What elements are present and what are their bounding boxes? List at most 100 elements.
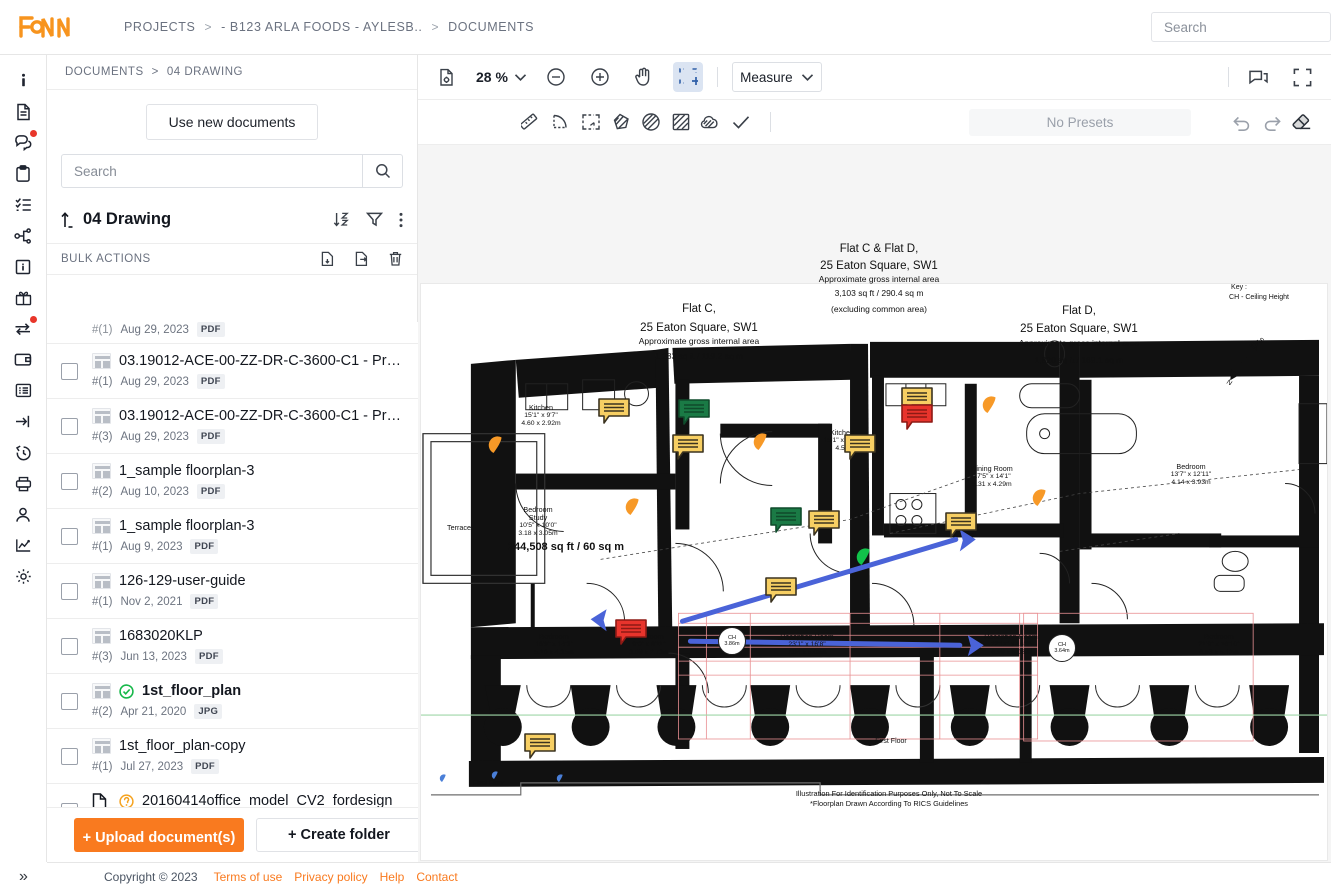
- list-item-name[interactable]: 1st_floor_plan-copy: [119, 738, 246, 754]
- wallet-icon[interactable]: [7, 344, 39, 375]
- comment-bubble-green[interactable]: [677, 398, 711, 425]
- map-pin-orange[interactable]: [622, 491, 639, 515]
- page-settings-icon[interactable]: [432, 62, 462, 92]
- check-icon[interactable]: [726, 107, 756, 137]
- folder-up-icon[interactable]: [61, 211, 74, 229]
- presets-dropdown[interactable]: No Presets: [969, 108, 1191, 136]
- map-pin-blue[interactable]: [555, 769, 563, 782]
- global-search-input[interactable]: [1152, 13, 1330, 41]
- sort-az-icon[interactable]: [333, 211, 350, 228]
- comment-bubble-yellow[interactable]: [944, 511, 978, 538]
- zoom-out-icon[interactable]: [541, 62, 571, 92]
- user-icon[interactable]: [7, 499, 39, 530]
- list-item-clipped[interactable]: #(1) Aug 29, 2023 PDF: [47, 322, 418, 344]
- list-item[interactable]: 03.19012-ACE-00-ZZ-DR-C-3600-C1 - Pr… #(1…: [47, 344, 418, 399]
- comment-bubble-yellow[interactable]: [843, 433, 877, 460]
- chat-icon[interactable]: [7, 127, 39, 158]
- filter-icon[interactable]: [366, 211, 383, 228]
- undo-icon[interactable]: [1227, 107, 1257, 137]
- rect-area-icon[interactable]: [666, 107, 696, 137]
- use-new-documents-button[interactable]: Use new documents: [145, 104, 319, 140]
- fullscreen-icon[interactable]: [1287, 62, 1317, 92]
- list-item-name[interactable]: 03.19012-ACE-00-ZZ-DR-C-3600-C1 - Pr…: [119, 408, 401, 424]
- list-item[interactable]: 1_sample floorplan-3 #(2) Aug 10, 2023 PDF: [47, 454, 418, 509]
- circle-area-icon[interactable]: [636, 107, 666, 137]
- measure-dropdown[interactable]: Measure: [731, 62, 822, 92]
- breadcrumb-projects[interactable]: PROJECTS: [124, 20, 195, 34]
- pan-hand-icon[interactable]: [629, 62, 659, 92]
- comments-icon[interactable]: [1243, 62, 1273, 92]
- gift-icon[interactable]: [7, 282, 39, 313]
- comment-bubble-red[interactable]: [614, 618, 648, 645]
- row-checkbox[interactable]: [61, 362, 78, 380]
- download-icon[interactable]: [320, 251, 335, 267]
- list-table-icon[interactable]: [7, 375, 39, 406]
- transfer-icon[interactable]: [7, 313, 39, 344]
- list-item[interactable]: 03.19012-ACE-00-ZZ-DR-C-3600-C1 - Pr… #(3…: [47, 399, 418, 454]
- sitemap-icon[interactable]: [7, 220, 39, 251]
- select-area-icon[interactable]: [672, 62, 703, 92]
- create-folder-button[interactable]: + Create folder: [256, 818, 422, 852]
- list-item[interactable]: 1st_floor_plan-copy #(1) Jul 27, 2023 PDF: [47, 729, 418, 784]
- comment-bubble-yellow[interactable]: [523, 732, 557, 759]
- row-checkbox[interactable]: [61, 692, 78, 710]
- comment-bubble-green[interactable]: [769, 506, 803, 533]
- history-icon[interactable]: [7, 437, 39, 468]
- comment-bubble-yellow[interactable]: [764, 576, 798, 603]
- comment-bubble-yellow[interactable]: [597, 397, 631, 424]
- sidebar-expand-button[interactable]: »: [0, 862, 47, 891]
- redo-icon[interactable]: [1257, 107, 1287, 137]
- zoom-in-icon[interactable]: [585, 62, 615, 92]
- polygon-area-icon[interactable]: [606, 107, 636, 137]
- document-icon[interactable]: [7, 96, 39, 127]
- search-icon[interactable]: [362, 155, 402, 187]
- comment-bubble-yellow[interactable]: [671, 433, 705, 460]
- documents-list[interactable]: #(1) Aug 29, 2023 PDF 03.19012-ACE-00-ZZ…: [47, 322, 418, 862]
- list-item-name[interactable]: 126-129-user-guide: [119, 573, 246, 589]
- row-checkbox[interactable]: [61, 527, 78, 545]
- list-item[interactable]: 1_sample floorplan-3 #(1) Aug 9, 2023 PDF: [47, 509, 418, 564]
- map-pin-blue[interactable]: [490, 766, 498, 779]
- list-item-name[interactable]: 1_sample floorplan-3: [119, 463, 254, 479]
- row-checkbox[interactable]: [61, 582, 78, 600]
- map-pin-orange[interactable]: [979, 389, 996, 413]
- documents-search[interactable]: [61, 154, 403, 188]
- zoom-level-dropdown[interactable]: 28 %: [476, 69, 527, 85]
- global-search[interactable]: [1151, 12, 1331, 42]
- breadcrumb-documents[interactable]: DOCUMENTS: [448, 20, 534, 34]
- gear-icon[interactable]: [7, 561, 39, 592]
- fonn-logo[interactable]: [18, 14, 76, 40]
- delete-icon[interactable]: [388, 251, 403, 267]
- comment-bubble-red[interactable]: [900, 403, 934, 430]
- checklist-icon[interactable]: [7, 189, 39, 220]
- map-pin-blue[interactable]: [438, 769, 446, 782]
- map-pin-orange[interactable]: [1029, 482, 1046, 506]
- login-arrow-icon[interactable]: [7, 406, 39, 437]
- breadcrumb-project[interactable]: - B123 ARLA FOODS - AYLESB..: [221, 20, 422, 34]
- list-item[interactable]: 1st_floor_plan #(2) Apr 21, 2020 JPG: [47, 674, 418, 729]
- list-item-name[interactable]: 03.19012-ACE-00-ZZ-DR-C-3600-C1 - Pr…: [119, 353, 401, 369]
- footer-link-terms[interactable]: Terms of use: [214, 870, 283, 884]
- row-checkbox[interactable]: [61, 472, 78, 490]
- print-icon[interactable]: [7, 468, 39, 499]
- export-icon[interactable]: [354, 251, 369, 267]
- arc-measure-icon[interactable]: [546, 107, 576, 137]
- footer-link-help[interactable]: Help: [380, 870, 405, 884]
- footer-link-contact[interactable]: Contact: [416, 870, 457, 884]
- clipboard-icon[interactable]: [7, 158, 39, 189]
- upload-documents-button[interactable]: + Upload document(s): [74, 818, 244, 852]
- area-select-icon[interactable]: [576, 107, 606, 137]
- list-item-name[interactable]: 1st_floor_plan: [142, 683, 241, 699]
- list-item-name[interactable]: 1683020KLP: [119, 628, 203, 644]
- footer-link-privacy[interactable]: Privacy policy: [294, 870, 367, 884]
- viewer-canvas[interactable]: Flat C & Flat D, 25 Eaton Square, SW1 Appr…: [418, 145, 1331, 862]
- map-pin-orange[interactable]: [485, 429, 502, 453]
- eraser-icon[interactable]: [1287, 107, 1317, 137]
- info-box-icon[interactable]: [7, 251, 39, 282]
- comment-bubble-yellow[interactable]: [807, 509, 841, 536]
- list-item[interactable]: 126-129-user-guide #(1) Nov 2, 2021 PDF: [47, 564, 418, 619]
- list-item-name[interactable]: 1_sample floorplan-3: [119, 518, 254, 534]
- row-checkbox[interactable]: [61, 637, 78, 655]
- map-pin-green[interactable]: [853, 541, 870, 565]
- ruler-icon[interactable]: [516, 107, 546, 137]
